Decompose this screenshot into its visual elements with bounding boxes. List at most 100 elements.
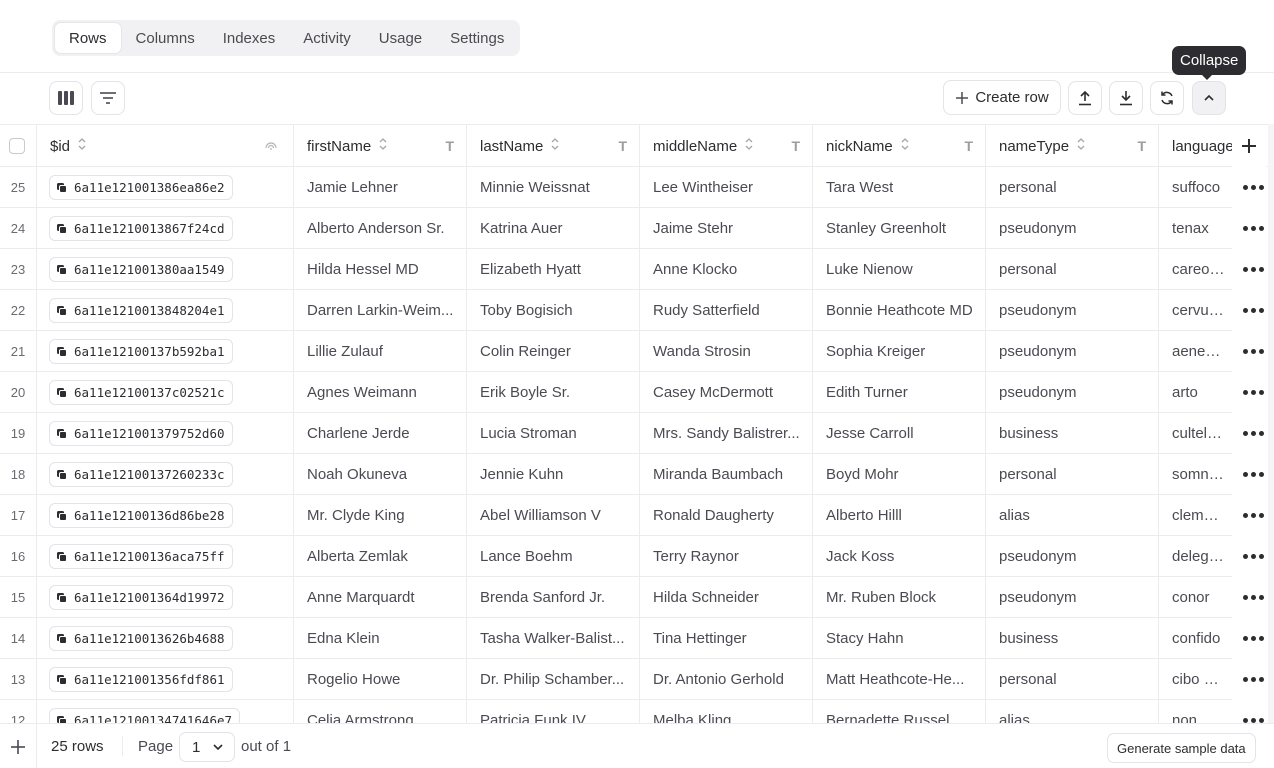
cell-lastname[interactable]: Katrina Auer [467,208,640,249]
cell-nametype[interactable]: business [986,618,1159,659]
cell-firstname[interactable]: Celia Armstrong [294,700,467,723]
table-row[interactable]: 17 6a11e12100136d86be28 Mr. Clyde King A… [0,495,1274,536]
cell-middlename[interactable]: Wanda Strosin [640,331,813,372]
cell-firstname[interactable]: Charlene Jerde [294,413,467,454]
tab-activity[interactable]: Activity [289,22,365,54]
cell-nickname[interactable]: Sophia Kreiger [813,331,986,372]
cell-lastname[interactable]: Minnie Weissnat [467,167,640,208]
cell-language[interactable]: arto [1159,372,1232,413]
cell-middlename[interactable]: Miranda Baumbach [640,454,813,495]
cell-language[interactable]: somnicu [1159,454,1232,495]
column-header-middlename[interactable]: middleName T [640,125,813,167]
cell-language[interactable]: careo bo [1159,249,1232,290]
cell-nametype[interactable]: pseudonym [986,372,1159,413]
cell-nickname[interactable]: Alberto Hilll [813,495,986,536]
cell-language[interactable]: suffoco [1159,167,1232,208]
cell-language[interactable]: aeneus u [1159,331,1232,372]
table-row[interactable]: 22 6a11e1210013848204e1 Darren Larkin-We… [0,290,1274,331]
cell-lastname[interactable]: Toby Bogisich [467,290,640,331]
copy-id-button[interactable]: 6a11e12100136aca75ff [49,544,233,569]
cell-nickname[interactable]: Luke Nienow [813,249,986,290]
cell-nickname[interactable]: Tara West [813,167,986,208]
table-row[interactable]: 16 6a11e12100136aca75ff Alberta Zemlak L… [0,536,1274,577]
copy-id-button[interactable]: 6a11e12100134741646e7 [49,708,241,723]
tab-indexes[interactable]: Indexes [209,22,290,54]
cell-middlename[interactable]: Jaime Stehr [640,208,813,249]
column-header-nametype[interactable]: nameType T [986,125,1159,167]
tab-settings[interactable]: Settings [436,22,518,54]
sort-icon[interactable] [379,137,387,155]
cell-language[interactable]: cibo pau [1159,659,1232,700]
cell-firstname[interactable]: Jamie Lehner [294,167,467,208]
cell-middlename[interactable]: Ronald Daugherty [640,495,813,536]
download-button[interactable] [1109,81,1143,115]
cell-nickname[interactable]: Jesse Carroll [813,413,986,454]
cell-id[interactable]: 6a11e121001379752d60 [37,413,294,454]
columns-button[interactable] [49,81,83,115]
column-header-nickname[interactable]: nickName T [813,125,986,167]
cell-lastname[interactable]: Tasha Walker-Balist... [467,618,640,659]
cell-nametype[interactable]: alias [986,495,1159,536]
cell-middlename[interactable]: Hilda Schneider [640,577,813,618]
cell-firstname[interactable]: Edna Klein [294,618,467,659]
sort-icon[interactable] [745,137,753,155]
cell-middlename[interactable]: Terry Raynor [640,536,813,577]
cell-middlename[interactable]: Tina Hettinger [640,618,813,659]
sort-icon[interactable] [78,137,86,155]
cell-nametype[interactable]: pseudonym [986,208,1159,249]
cell-firstname[interactable]: Darren Larkin-Weim... [294,290,467,331]
column-header-lastname[interactable]: lastName T [467,125,640,167]
cell-middlename[interactable]: Mrs. Sandy Balistrer... [640,413,813,454]
copy-id-button[interactable]: 6a11e121001380aa1549 [49,257,233,282]
table-row[interactable]: 20 6a11e12100137c02521c Agnes Weimann Er… [0,372,1274,413]
add-row-button[interactable] [0,724,37,768]
table-row[interactable]: 13 6a11e121001356fdf861 Rogelio Howe Dr.… [0,659,1274,700]
table-row[interactable]: 21 6a11e12100137b592ba1 Lillie Zulauf Co… [0,331,1274,372]
cell-lastname[interactable]: Dr. Philip Schamber... [467,659,640,700]
table-row[interactable]: 18 6a11e12100137260233c Noah Okuneva Jen… [0,454,1274,495]
cell-firstname[interactable]: Agnes Weimann [294,372,467,413]
sort-icon[interactable] [901,137,909,155]
cell-language[interactable]: conor [1159,577,1232,618]
cell-id[interactable]: 6a11e121001364d19972 [37,577,294,618]
cell-firstname[interactable]: Noah Okuneva [294,454,467,495]
cell-id[interactable]: 6a11e1210013867f24cd [37,208,294,249]
collapse-button[interactable] [1192,81,1226,115]
copy-id-button[interactable]: 6a11e1210013867f24cd [49,216,233,241]
column-header-id[interactable]: $id [37,125,294,167]
cell-nickname[interactable]: Mr. Ruben Block [813,577,986,618]
generate-sample-data-button[interactable]: Generate sample data [1107,733,1256,763]
tab-columns[interactable]: Columns [122,22,209,54]
table-row[interactable]: 12 6a11e12100134741646e7 Celia Armstrong… [0,700,1274,723]
cell-lastname[interactable]: Brenda Sanford Jr. [467,577,640,618]
cell-middlename[interactable]: Rudy Satterfield [640,290,813,331]
cell-middlename[interactable]: Lee Wintheiser [640,167,813,208]
cell-nametype[interactable]: business [986,413,1159,454]
cell-id[interactable]: 6a11e12100137b592ba1 [37,331,294,372]
cell-id[interactable]: 6a11e12100136aca75ff [37,536,294,577]
cell-firstname[interactable]: Alberto Anderson Sr. [294,208,467,249]
cell-id[interactable]: 6a11e121001386ea86e2 [37,167,294,208]
table-row[interactable]: 14 6a11e1210013626b4688 Edna Klein Tasha… [0,618,1274,659]
cell-middlename[interactable]: Casey McDermott [640,372,813,413]
cell-id[interactable]: 6a11e1210013626b4688 [37,618,294,659]
cell-id[interactable]: 6a11e1210013848204e1 [37,290,294,331]
page-select[interactable]: 1 [179,732,235,762]
cell-lastname[interactable]: Patricia Funk IV [467,700,640,723]
cell-id[interactable]: 6a11e12100137c02521c [37,372,294,413]
cell-firstname[interactable]: Hilda Hessel MD [294,249,467,290]
column-header-firstname[interactable]: firstName T [294,125,467,167]
cell-nametype[interactable]: pseudonym [986,577,1159,618]
sort-icon[interactable] [1077,137,1085,155]
copy-id-button[interactable]: 6a11e12100137260233c [49,462,233,487]
cell-firstname[interactable]: Alberta Zemlak [294,536,467,577]
copy-id-button[interactable]: 6a11e1210013848204e1 [49,298,233,323]
copy-id-button[interactable]: 6a11e1210013626b4688 [49,626,233,651]
create-row-button[interactable]: Create row [943,80,1061,115]
cell-lastname[interactable]: Lucia Stroman [467,413,640,454]
cell-language[interactable]: tenax [1159,208,1232,249]
add-column-button[interactable] [1232,125,1266,167]
cell-nametype[interactable]: pseudonym [986,331,1159,372]
cell-nametype[interactable]: pseudonym [986,290,1159,331]
cell-language[interactable]: delego c [1159,536,1232,577]
